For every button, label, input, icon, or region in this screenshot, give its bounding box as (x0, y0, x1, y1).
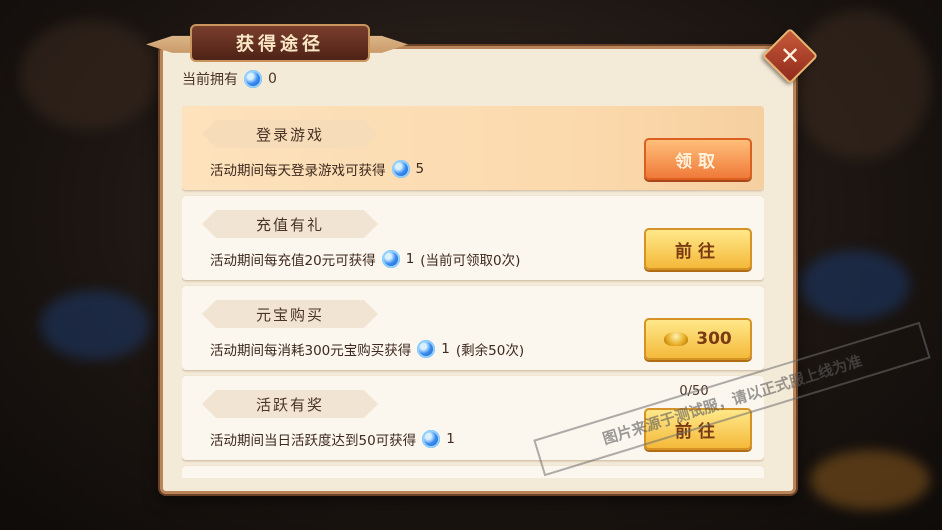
reward-amount: 5 (415, 161, 425, 177)
background-decor (800, 250, 910, 320)
row-description: 活动期间每充值20元可获得 1 (当前可领取0次) (210, 248, 520, 270)
reward-note: (剩余50次) (455, 343, 525, 359)
dialog-title-plate: 获得途径 (190, 24, 370, 62)
row-desc-text: 活动期间每消耗300元宝购买获得 (210, 343, 412, 359)
row-desc-text: 活动期间每充值20元可获得 (210, 253, 376, 269)
buy-with-ingot-button[interactable]: 300 (644, 318, 752, 360)
list-item: 元宝购买 活动期间每消耗300元宝购买获得 1 (剩余50次) 300 (182, 286, 764, 370)
row-title: 登录游戏 (255, 125, 324, 144)
claim-button[interactable]: 领取 (644, 138, 752, 180)
dialog-title: 获得途径 (236, 34, 324, 55)
list-item: 充值有礼 活动期间每充值20元可获得 1 (当前可领取0次) 前往 (182, 196, 764, 280)
row-title: 充值有礼 (255, 215, 324, 234)
row-description: 活动期间每消耗300元宝购买获得 1 (剩余50次) (210, 338, 524, 360)
blue-gem-icon (391, 160, 410, 178)
owned-currency: 当前拥有 0 (182, 68, 277, 90)
reward-amount: 1 (446, 431, 455, 447)
blue-gem-icon (381, 250, 400, 268)
background-decor (20, 20, 160, 130)
row-title-tab: 活跃有奖 (202, 390, 378, 418)
close-icon[interactable]: ✕ (770, 36, 810, 76)
reward-amount: 1 (405, 251, 415, 267)
row-description: 活动期间当日活跃度达到50可获得 1 (210, 428, 455, 450)
owned-value: 0 (268, 71, 277, 87)
reward-amount: 1 (441, 341, 450, 357)
ingot-price: 300 (696, 329, 732, 349)
gold-ingot-icon (664, 332, 689, 346)
background-decor (810, 450, 930, 510)
row-desc-text: 活动期间当日活跃度达到50可获得 (210, 433, 417, 449)
row-title: 元宝购买 (255, 305, 324, 324)
owned-label: 当前拥有 (182, 72, 238, 88)
go-button[interactable]: 前往 (644, 228, 752, 270)
background-decor (790, 10, 930, 160)
blue-gem-icon (244, 70, 262, 88)
reward-note: (当前可领取0次) (420, 253, 521, 269)
row-desc-text: 活动期间每天登录游戏可获得 (210, 163, 386, 179)
row-title-tab: 元宝购买 (202, 300, 378, 328)
row-title-tab: 充值有礼 (202, 210, 378, 238)
row-description: 活动期间每天登录游戏可获得 5 (210, 158, 424, 180)
blue-gem-icon (417, 340, 436, 358)
list-item: 登录游戏 活动期间每天登录游戏可获得 5 领取 (182, 106, 764, 190)
row-title: 活跃有奖 (255, 395, 324, 414)
blue-gem-icon (422, 430, 441, 448)
list-item (182, 466, 764, 478)
row-title-tab: 登录游戏 (202, 120, 378, 148)
background-decor (40, 290, 150, 360)
